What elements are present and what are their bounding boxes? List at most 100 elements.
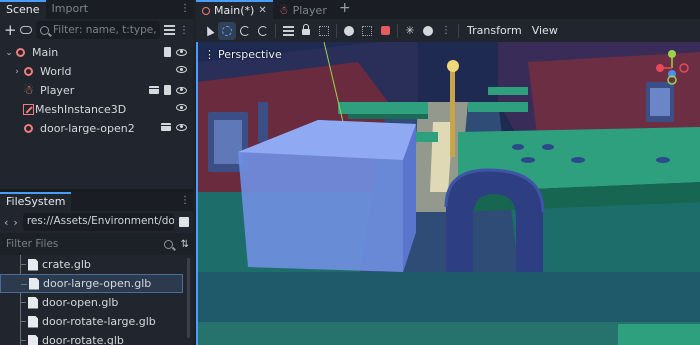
toolbar-separator [458, 23, 459, 38]
forward-arrow-icon[interactable]: › [13, 216, 17, 229]
cursor-icon [203, 24, 215, 37]
tree-node-door-large-open2[interactable]: door-large-open2 [0, 119, 193, 138]
node3d-icon [14, 46, 27, 59]
tab-player-scene[interactable]: ☃ Player [273, 0, 333, 19]
move-tool-button[interactable] [218, 21, 236, 40]
add-tab-button[interactable]: + [333, 0, 357, 19]
sun-preview-button[interactable]: ✳ [401, 22, 419, 40]
file-item[interactable]: door-rotate-large.glb [0, 312, 193, 331]
back-arrow-icon[interactable]: ‹ [4, 216, 8, 229]
close-icon[interactable]: ✕ [258, 5, 266, 16]
character-body-icon: ☃ [23, 83, 34, 97]
tree-branch [20, 340, 26, 341]
tree-node-world[interactable]: › World [0, 62, 193, 81]
tab-main-scene[interactable]: Main(*) ✕ [196, 0, 273, 19]
scale-tool-button[interactable] [254, 22, 272, 40]
perspective-menu[interactable]: ⋮ Perspective [204, 48, 282, 61]
file-item[interactable]: crate.glb [0, 255, 193, 274]
visibility-eye-icon[interactable] [176, 66, 187, 73]
visibility-eye-icon[interactable] [176, 123, 187, 131]
toggle-split-icon[interactable] [179, 217, 189, 227]
view-menu[interactable]: View [527, 24, 563, 37]
filesystem-tabbar: FileSystem ⋮ [0, 192, 193, 211]
tree-branch [21, 284, 27, 285]
select-tool-button[interactable] [200, 22, 218, 40]
script-icon[interactable] [164, 47, 171, 57]
file-label: door-open.glb [42, 296, 119, 309]
tab-label: Main(*) [214, 4, 255, 17]
lock-button[interactable] [297, 22, 315, 40]
local-space-button[interactable] [340, 22, 358, 40]
file-item-selected[interactable]: door-large-open.glb [0, 274, 183, 293]
visibility-eye-icon[interactable] [176, 86, 187, 94]
globe-icon [344, 25, 354, 36]
scene-tabs: Main(*) ✕ ☃ Player + [196, 0, 700, 19]
tree-branch [20, 264, 26, 265]
script-icon[interactable] [164, 85, 171, 95]
visibility-eye-icon[interactable] [176, 48, 187, 56]
scene-render [198, 42, 700, 345]
file-icon [28, 315, 38, 328]
file-list-scrollbar[interactable] [187, 258, 190, 338]
3d-viewport[interactable]: ⋮ Perspective [196, 42, 700, 345]
add-node-button[interactable]: + [4, 23, 17, 38]
environment-preview-button[interactable] [419, 22, 437, 40]
toolbar-separator [336, 23, 337, 38]
mesh-instance-icon [23, 104, 34, 115]
dock-menu-icon[interactable]: ⋮ [180, 195, 190, 206]
lock-icon [302, 24, 310, 35]
scene-dock-tabbar: Scene Import ⋮ [0, 0, 193, 19]
more-icon: ⋮ [441, 25, 451, 36]
scene-list-icon[interactable] [164, 25, 175, 35]
file-item[interactable]: door-open.glb [0, 293, 193, 312]
node-label: MeshInstance3D [35, 103, 127, 116]
scene-filter-input[interactable]: Filter: name, t:type, g:gro [36, 21, 160, 39]
node3d-icon [202, 6, 210, 15]
node-label: door-large-open2 [40, 122, 135, 135]
viewport-toolbar: ✳ ⋮ Transform View [196, 19, 700, 42]
snap-button[interactable] [358, 22, 376, 40]
visibility-eye-icon[interactable] [176, 104, 187, 111]
node3d-icon [22, 122, 35, 135]
node-label: Player [40, 84, 75, 97]
tree-node-meshinstance3d[interactable]: MeshInstance3D [0, 100, 193, 119]
chevron-down-icon[interactable]: ⌄ [4, 48, 14, 58]
camera-icon [380, 26, 390, 35]
filesystem-dock: FileSystem ⋮ ‹ › res://Assets/Environmen… [0, 192, 193, 345]
tree-node-main[interactable]: ⌄ Main [0, 43, 193, 62]
path-input[interactable]: res://Assets/Environment/doo [22, 213, 174, 231]
list-select-button[interactable] [279, 22, 297, 40]
group-button[interactable] [315, 22, 333, 40]
dock-menu-icon[interactable]: ⋮ [180, 3, 190, 14]
open-scene-icon[interactable] [161, 123, 171, 131]
tab-scene[interactable]: Scene [0, 0, 46, 19]
move-icon [222, 25, 232, 36]
tab-label: Player [292, 4, 327, 17]
preview-menu-button[interactable]: ⋮ [437, 22, 455, 40]
perspective-label: Perspective [218, 48, 282, 61]
sort-icon[interactable]: ⇅ [181, 239, 189, 250]
file-icon [29, 277, 39, 290]
open-scene-icon[interactable] [149, 86, 159, 94]
scene-menu-icon[interactable]: ⋮ [179, 25, 189, 36]
transform-menu[interactable]: Transform [462, 24, 527, 37]
file-filter-input[interactable]: Filter Files [4, 238, 160, 250]
file-label: door-large-open.glb [43, 277, 152, 290]
camera-preview-button[interactable] [376, 22, 394, 40]
character-body-icon: ☃ [278, 4, 289, 17]
tab-filesystem[interactable]: FileSystem [0, 192, 72, 211]
node-label: Main [32, 46, 59, 59]
more-icon: ⋮ [204, 48, 215, 61]
chevron-right-icon[interactable]: › [12, 67, 22, 77]
instance-scene-icon[interactable] [20, 26, 32, 34]
environment-icon [423, 25, 433, 36]
group-icon [319, 25, 329, 36]
tree-node-player[interactable]: ☃ Player [0, 81, 193, 100]
rotate-tool-button[interactable] [236, 22, 254, 40]
file-item[interactable]: door-rotate.glb [0, 331, 193, 345]
sun-icon: ✳ [405, 24, 415, 37]
file-icon [28, 296, 38, 309]
scene-tree: ⌄ Main › World ☃ Player MeshInstance3D d… [0, 41, 193, 138]
tab-import[interactable]: Import [46, 0, 95, 19]
file-label: door-rotate-large.glb [42, 315, 156, 328]
